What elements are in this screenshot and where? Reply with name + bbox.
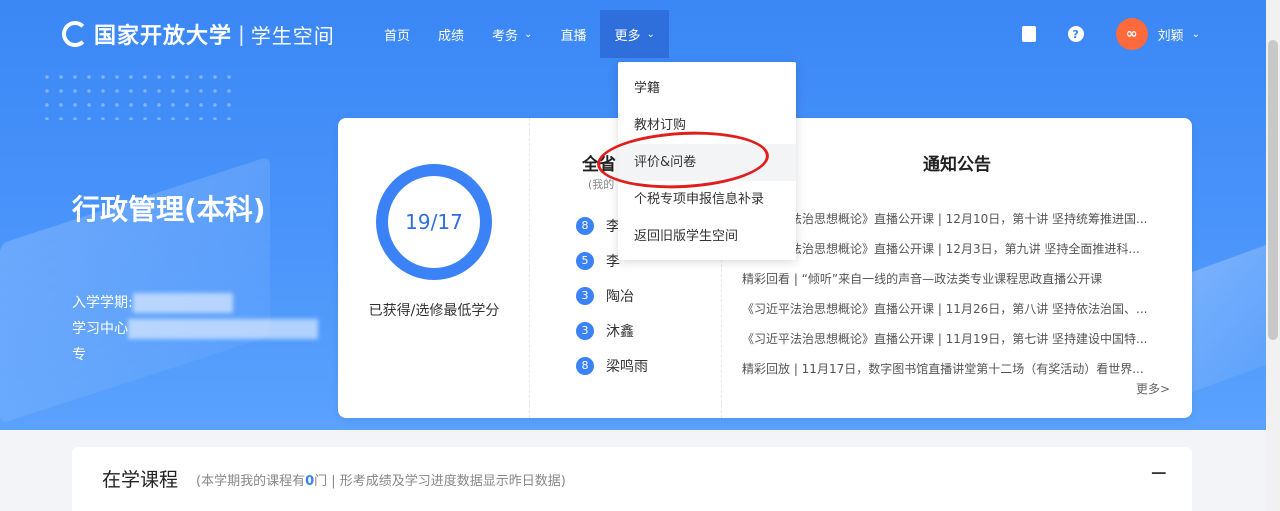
logo-title: 国家开放大学: [94, 24, 233, 49]
notice-link[interactable]: 精彩回放 | 11月17日，数字图书馆直播讲堂第十二场（有奖活动）看世界...: [742, 354, 1182, 384]
nav-item-more[interactable]: 更多 ⌄: [600, 10, 669, 58]
notice-link[interactable]: 精彩回看 | “倾听”来自一线的声音—政法类专业课程思政直播公开课: [742, 264, 1182, 294]
help-icon[interactable]: ?: [1067, 26, 1084, 42]
credit-progress-ring: 19/17: [376, 164, 492, 280]
rank-badge: 3: [576, 286, 594, 305]
notice-link[interactable]: 《习近平法治思想概论》直播公开课 | 12月10日，第十讲 坚持统筹推进国...: [742, 204, 1182, 234]
user-toolbar: ? ∞ 刘颖 ⌄: [1021, 18, 1200, 50]
notice-link[interactable]: 《习近平法治思想概论》直播公开课 | 11月19日，第七讲 坚持建设中国特...: [742, 324, 1182, 354]
username[interactable]: 刘颖: [1158, 25, 1184, 44]
rank-badge: 8: [576, 216, 594, 235]
list-item: 3 陶冶: [576, 278, 648, 313]
notice-list: 《习近平法治思想概论》直播公开课 | 12月10日，第十讲 坚持统筹推进国...…: [742, 204, 1182, 384]
nav-item-exam[interactable]: 考务 ⌄: [478, 10, 546, 58]
chevron-down-icon: ⌄: [524, 28, 533, 40]
nav-item-home[interactable]: 首页: [370, 10, 424, 58]
list-item: 8 梁鸣雨: [576, 348, 648, 383]
rank-badge: 5: [576, 251, 594, 270]
logo-separator: |: [238, 22, 245, 46]
menu-item-student-status[interactable]: 学籍: [618, 70, 796, 107]
redacted-field: [128, 319, 318, 339]
enroll-term-label: 入学学期:: [72, 295, 133, 311]
notice-link[interactable]: 《习近平法治思想概论》直播公开课 | 12月3日，第九讲 坚持全面推进科...: [742, 234, 1182, 264]
avatar[interactable]: ∞: [1115, 18, 1148, 50]
list-item: 3 沐鑫: [576, 313, 648, 348]
major-title: 行政管理(本科): [72, 193, 266, 226]
menu-item-old-version[interactable]: 返回旧版学生空间: [618, 218, 796, 255]
nav-item-grades[interactable]: 成绩: [424, 10, 478, 58]
redacted-field: [132, 293, 233, 313]
book-icon[interactable]: [1021, 26, 1036, 42]
nav-menu: 首页 成绩 考务 ⌄ 直播 更多 ⌄: [370, 10, 669, 58]
logo-subtitle: 学生空间: [250, 23, 335, 48]
course-count: 0: [305, 474, 315, 489]
credit-panel: 19/17 已获得/选修最低学分: [338, 118, 530, 418]
logo-icon: [62, 21, 88, 47]
scrollbar[interactable]: [1266, 0, 1280, 511]
notice-link[interactable]: 《习近平法治思想概论》直播公开课 | 11月26日，第八讲 坚持依法治国、...: [742, 294, 1182, 324]
logo[interactable]: 国家开放大学 | 学生空间: [62, 18, 335, 50]
credit-value: 19/17: [405, 210, 463, 234]
credit-label: 已获得/选修最低学分: [368, 303, 500, 319]
rank-badge: 3: [576, 321, 594, 340]
rank-badge: 8: [576, 356, 594, 375]
courses-description: (本学期我的课程有0门 | 形考成绩及学习进度数据显示昨日数据): [196, 474, 566, 489]
notice-more-link[interactable]: 更多>: [1136, 380, 1170, 397]
specialty-label: 专: [72, 347, 86, 363]
current-courses-section: 在学课程 (本学期我的课程有0门 | 形考成绩及学习进度数据显示昨日数据) −: [72, 447, 1192, 511]
decorative-dots: [40, 70, 240, 120]
chevron-down-icon[interactable]: ⌄: [1192, 29, 1200, 40]
student-info: 入学学期: 学习中心 专: [72, 290, 318, 368]
study-center-label: 学习中心: [72, 321, 128, 337]
chevron-down-icon: ⌄: [646, 28, 655, 40]
scrollbar-thumb[interactable]: [1268, 40, 1278, 340]
courses-title: 在学课程: [102, 469, 179, 491]
top-navigation: 国家开放大学 | 学生空间 首页 成绩 考务 ⌄ 直播 更多 ⌄ ? ∞ 刘颖 ⌄: [0, 0, 1280, 70]
nav-item-live[interactable]: 直播: [546, 10, 600, 58]
collapse-button[interactable]: −: [1150, 461, 1168, 486]
